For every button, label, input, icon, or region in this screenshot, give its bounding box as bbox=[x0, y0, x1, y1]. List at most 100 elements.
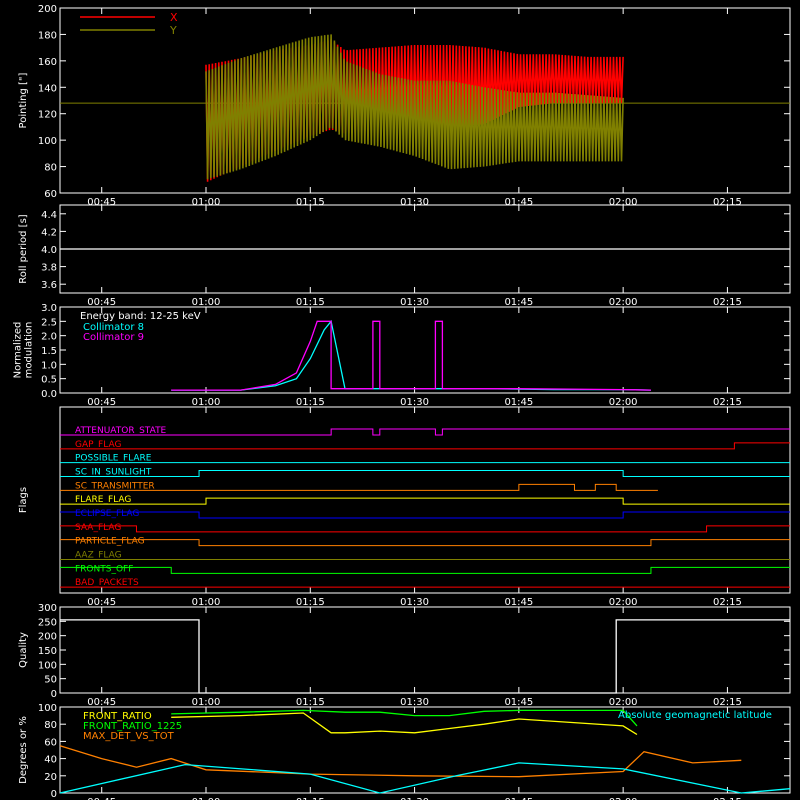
x-tick-label: 02:00 bbox=[609, 697, 638, 708]
y-axis-label: Pointing ["] bbox=[18, 72, 29, 128]
flag-label: PARTICLE_FLAG bbox=[75, 537, 145, 547]
y-tick-label: 2.5 bbox=[41, 317, 57, 328]
y-tick-label: 4.0 bbox=[41, 245, 57, 256]
x-tick-label: 01:15 bbox=[296, 397, 325, 408]
y-axis-label: Degrees or % bbox=[18, 716, 29, 784]
y-tick-label: 40 bbox=[44, 755, 57, 766]
y-tick-label: 0.5 bbox=[41, 375, 57, 386]
x-tick-label: 02:15 bbox=[713, 597, 742, 608]
flag-label: AAZ_FLAG bbox=[75, 551, 122, 561]
y-tick-label: 0.0 bbox=[41, 389, 57, 400]
y-tick-label: 120 bbox=[38, 110, 57, 121]
x-tick-label: 02:15 bbox=[713, 697, 742, 708]
y-tick-label: 3.8 bbox=[41, 263, 57, 274]
y-tick-label: 4.2 bbox=[41, 227, 57, 238]
y-tick-label: 3.0 bbox=[41, 303, 57, 314]
y-tick-label: 200 bbox=[38, 4, 57, 15]
y-axis-label: Quality bbox=[18, 632, 29, 668]
x-tick-label: 01:30 bbox=[400, 597, 429, 608]
y-axis-label: Roll period [s] bbox=[18, 214, 29, 283]
y-tick-label: 80 bbox=[44, 163, 57, 174]
legend-entry: Collimator 9 bbox=[83, 332, 144, 343]
series-collimator-9 bbox=[171, 320, 652, 391]
y-tick-label: 50 bbox=[44, 675, 57, 686]
panel-1: 00:45 01:00 01:15 01:30 01:45 02:00 02:15Point… bbox=[18, 4, 791, 208]
x-tick-label: 01:30 bbox=[400, 697, 429, 708]
y-tick-label: 150 bbox=[38, 646, 57, 657]
y-tick-label: 0 bbox=[51, 689, 57, 700]
annotation: Energy band: 12-25 keV bbox=[80, 311, 201, 322]
series-front-ratio bbox=[171, 712, 638, 736]
x-tick-label: 01:30 bbox=[400, 397, 429, 408]
flag-line-fronts_off bbox=[60, 566, 790, 574]
panel-3: 00:45 01:00 01:15 01:30 01:45 02:00 02:15 Norma… bbox=[13, 303, 791, 408]
panel-4: 00:45 01:00 01:15 01:30 01:45 02:00 02:15 Flags… bbox=[18, 406, 791, 608]
flag-label: BAD_PACKETS bbox=[75, 578, 139, 588]
y-tick-label: 250 bbox=[38, 617, 57, 628]
y-tick-label: 1.0 bbox=[41, 360, 57, 371]
flag-line-attenuator_state bbox=[60, 428, 790, 436]
x-tick-label: 02:00 bbox=[609, 597, 638, 608]
y-tick-label: 80 bbox=[44, 720, 57, 731]
x-tick-label: 02:00 bbox=[609, 397, 638, 408]
series-series bbox=[60, 619, 790, 694]
x-tick-label: 01:15 bbox=[296, 597, 325, 608]
x-tick-label: 01:45 bbox=[504, 597, 533, 608]
x-tick-label: 02:00 bbox=[609, 297, 638, 308]
x-tick-label: 01:00 bbox=[192, 597, 221, 608]
legend-entry: MAX_DET_VS_TOT bbox=[83, 731, 175, 742]
legend-entry: Absolute geomagnetic latitude bbox=[618, 710, 772, 721]
flag-line-flare_flag bbox=[60, 497, 790, 505]
x-tick-label: 01:15 bbox=[296, 297, 325, 308]
flag-label: SAA_FLAG bbox=[75, 523, 121, 533]
flag-line-eclipse_flag bbox=[60, 511, 790, 519]
flag-line-sc_in_sunlight bbox=[60, 470, 790, 477]
y-tick-label: 60 bbox=[44, 737, 57, 748]
flag-label: SC_TRANSMITTER bbox=[75, 481, 155, 491]
x-tick-label: 01:45 bbox=[504, 697, 533, 708]
x-tick-label: 01:30 bbox=[400, 297, 429, 308]
legend-entry: X bbox=[170, 11, 178, 24]
x-tick-label: 01:15 bbox=[296, 697, 325, 708]
series-front-ratio-1225 bbox=[171, 709, 638, 727]
y-tick-label: 4.4 bbox=[41, 210, 57, 221]
y-tick-label: 1.5 bbox=[41, 346, 57, 357]
x-tick-label: 02:15 bbox=[713, 397, 742, 408]
x-tick-label: 01:00 bbox=[192, 697, 221, 708]
x-tick-label: 02:15 bbox=[713, 297, 742, 308]
flag-label: ECLIPSE_FLAG bbox=[75, 509, 139, 519]
y-tick-label: 3.6 bbox=[41, 280, 57, 291]
telemetry-figure: 00:45 01:00 01:15 01:30 01:45 02:00 02:15 Point… bbox=[13, 4, 791, 800]
x-tick-label: 00:45 bbox=[87, 697, 116, 708]
y-tick-label: 300 bbox=[38, 603, 57, 614]
y-tick-label: 140 bbox=[38, 83, 57, 94]
flag-label: POSSIBLE_FLARE bbox=[75, 454, 152, 464]
flag-line-saa_flag bbox=[60, 525, 790, 533]
y-tick-label: 180 bbox=[38, 30, 57, 41]
y-tick-label: 0 bbox=[51, 789, 57, 800]
x-tick-label: 01:45 bbox=[504, 297, 533, 308]
y-tick-label: 200 bbox=[38, 632, 57, 643]
flag-label: FRONTS_OFF bbox=[75, 564, 133, 574]
flag-line-gap_flag bbox=[60, 442, 790, 450]
flag-label: SC_IN_SUNLIGHT bbox=[75, 468, 152, 478]
panel-5: 00:45 01:00 01:15 01:30 01:45 02:00 02:15 Quali… bbox=[18, 603, 791, 708]
y-tick-label: 60 bbox=[44, 189, 57, 200]
x-tick-label: 01:00 bbox=[192, 297, 221, 308]
flag-label: FLARE_FLAG bbox=[75, 495, 131, 505]
panel-6: 00:4501:0001:1501:3001:4502:0002:15Degre… bbox=[18, 703, 791, 800]
x-tick-label: 01:45 bbox=[504, 397, 533, 408]
flag-label: GAP_FLAG bbox=[75, 440, 121, 450]
panel-2: 00:45 01:00 01:15 01:30 01:45 02:00 02:15 Roll … bbox=[18, 204, 791, 308]
legend-entry: Y bbox=[169, 24, 177, 37]
y-axis-label: Normalized bbox=[13, 322, 24, 379]
y-tick-label: 100 bbox=[38, 136, 57, 147]
y-tick-label: 100 bbox=[38, 703, 57, 714]
y-axis-label: modulation bbox=[24, 322, 35, 379]
y-axis-label: Flags bbox=[18, 487, 29, 513]
series-absolute-geomagnetic-latitude bbox=[59, 762, 791, 794]
y-tick-label: 160 bbox=[38, 57, 57, 68]
y-tick-label: 100 bbox=[38, 660, 57, 671]
y-tick-label: 20 bbox=[44, 772, 57, 783]
y-tick-label: 2.0 bbox=[41, 332, 57, 343]
